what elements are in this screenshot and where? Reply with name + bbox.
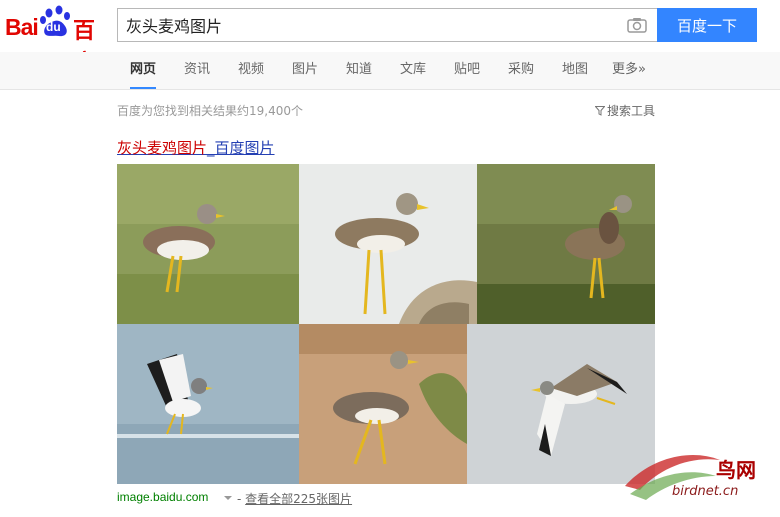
tab-video[interactable]: 视频 [238, 52, 264, 89]
image-thumb-1[interactable] [117, 164, 299, 324]
tab-tieba[interactable]: 贴吧 [454, 52, 480, 89]
search-button[interactable]: 百度一下 [657, 8, 757, 42]
logo-text-du: du [46, 20, 61, 34]
result-count: 百度为您找到相关结果约19,400个 [117, 104, 303, 118]
view-all-prefix: - [237, 492, 246, 506]
search-tools-button[interactable]: 搜索工具 [594, 102, 655, 119]
result-source-url: image.baidu.com [117, 490, 209, 504]
tab-zhidao[interactable]: 知道 [346, 52, 372, 89]
tab-wenku[interactable]: 文库 [400, 52, 426, 89]
filter-icon [594, 106, 605, 116]
tab-web[interactable]: 网页 [130, 52, 157, 89]
tab-news[interactable]: 资讯 [184, 52, 210, 89]
camera-icon[interactable] [627, 17, 647, 33]
image-thumb-5[interactable] [299, 324, 467, 484]
image-grid [117, 164, 655, 484]
watermark-en: birdnet.cn [672, 484, 739, 499]
birdnet-watermark: 鸟网 birdnet.cn [620, 446, 780, 512]
tab-caigou[interactable]: 采购 [508, 52, 534, 89]
view-all-images-link[interactable]: - 查看全部225张图片 [237, 490, 352, 507]
result-title-link[interactable]: 灰头麦鸡图片_百度图片 [117, 137, 275, 158]
search-input[interactable] [126, 9, 616, 41]
image-thumb-2[interactable] [299, 164, 477, 324]
image-thumb-4[interactable] [117, 324, 299, 484]
image-thumb-3[interactable] [477, 164, 655, 324]
search-tabs: 网页 资讯 视频 图片 知道 文库 贴吧 采购 地图 更多» [0, 52, 780, 90]
result-title-highlight: 灰头麦鸡图片 [117, 139, 208, 157]
logo-text-bai: Bai [5, 14, 39, 40]
tab-images[interactable]: 图片 [292, 52, 318, 89]
watermark-cn: 鸟网 [716, 458, 756, 482]
search-tools-label: 搜索工具 [606, 104, 655, 118]
view-all-label: 查看全部225张图片 [245, 492, 353, 506]
tab-map[interactable]: 地图 [562, 52, 588, 89]
baidu-logo[interactable]: Bai du 百度 [5, 5, 109, 76]
watermark-swoosh-icon [625, 455, 720, 500]
result-title-rest: _百度图片 [207, 139, 275, 157]
search-box [117, 8, 657, 42]
tab-more[interactable]: 更多» [612, 52, 646, 89]
chevron-down-icon[interactable] [224, 496, 232, 500]
